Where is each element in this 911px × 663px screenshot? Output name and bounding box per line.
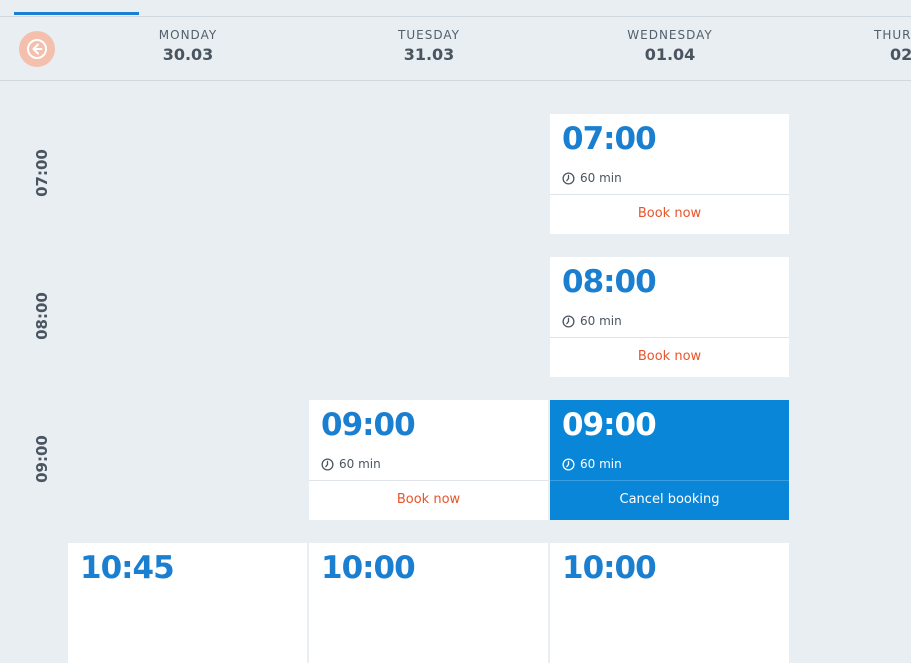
day-header-tuesday: TUESDAY 31.03: [349, 28, 509, 64]
cancel-booking-button[interactable]: Cancel booking: [550, 481, 789, 520]
slot-time: 09:00: [321, 407, 416, 443]
slot-time: 10:45: [80, 550, 175, 586]
slot-duration: 60 min: [321, 457, 381, 471]
slot-time: 08:00: [562, 264, 657, 300]
time-slot-card: 08:00 60 min Book now: [550, 257, 789, 377]
clock-icon: [562, 171, 575, 185]
slot-duration-label: 60 min: [580, 171, 622, 185]
slot-time: 10:00: [562, 550, 657, 586]
arrow-left-circle-icon: [27, 39, 47, 59]
book-now-button[interactable]: Book now: [550, 338, 789, 377]
day-name: WEDNESDAY: [627, 28, 713, 42]
day-header-thursday: THUR 02.: [874, 28, 911, 64]
book-now-button[interactable]: Book now: [550, 195, 789, 234]
day-name: THUR: [874, 28, 911, 42]
booked-slot-card: 09:00 60 min Cancel booking: [550, 400, 789, 520]
day-header-wednesday: WEDNESDAY 01.04: [590, 28, 750, 64]
slot-duration: 60 min: [562, 457, 622, 471]
time-slot-card: 07:00 60 min Book now: [550, 114, 789, 234]
clock-icon: [562, 457, 575, 471]
previous-week-button[interactable]: [19, 31, 55, 67]
slot-time: 07:00: [562, 121, 657, 157]
slot-duration: 60 min: [562, 314, 622, 328]
time-slot-card: 10:00: [550, 543, 789, 663]
slot-time: 10:00: [321, 550, 416, 586]
slot-duration-label: 60 min: [339, 457, 381, 471]
time-slot-card: 10:00: [309, 543, 548, 663]
time-label-0800: 08:00: [33, 292, 51, 340]
slot-duration-label: 60 min: [580, 314, 622, 328]
time-slot-card: 09:00 60 min Book now: [309, 400, 548, 520]
slot-duration: 60 min: [562, 171, 622, 185]
book-now-button[interactable]: Book now: [309, 481, 548, 520]
slot-time: 09:00: [562, 407, 657, 443]
day-date: 31.03: [403, 45, 455, 64]
active-tab-indicator: [14, 12, 139, 15]
time-label-0900: 09:00: [33, 435, 51, 483]
day-name: TUESDAY: [398, 28, 460, 42]
time-slot-card: 10:45: [68, 543, 307, 663]
time-label-0700: 07:00: [33, 149, 51, 197]
week-header: MONDAY 30.03 TUESDAY 31.03 WEDNESDAY 01.…: [0, 17, 911, 81]
day-date: 02.: [890, 45, 911, 64]
slot-duration-label: 60 min: [580, 457, 622, 471]
day-date: 01.04: [644, 45, 696, 64]
day-header-monday: MONDAY 30.03: [108, 28, 268, 64]
clock-icon: [562, 314, 575, 328]
day-name: MONDAY: [158, 28, 218, 42]
tab-bar: [0, 0, 911, 17]
clock-icon: [321, 457, 334, 471]
day-date: 30.03: [162, 45, 214, 64]
